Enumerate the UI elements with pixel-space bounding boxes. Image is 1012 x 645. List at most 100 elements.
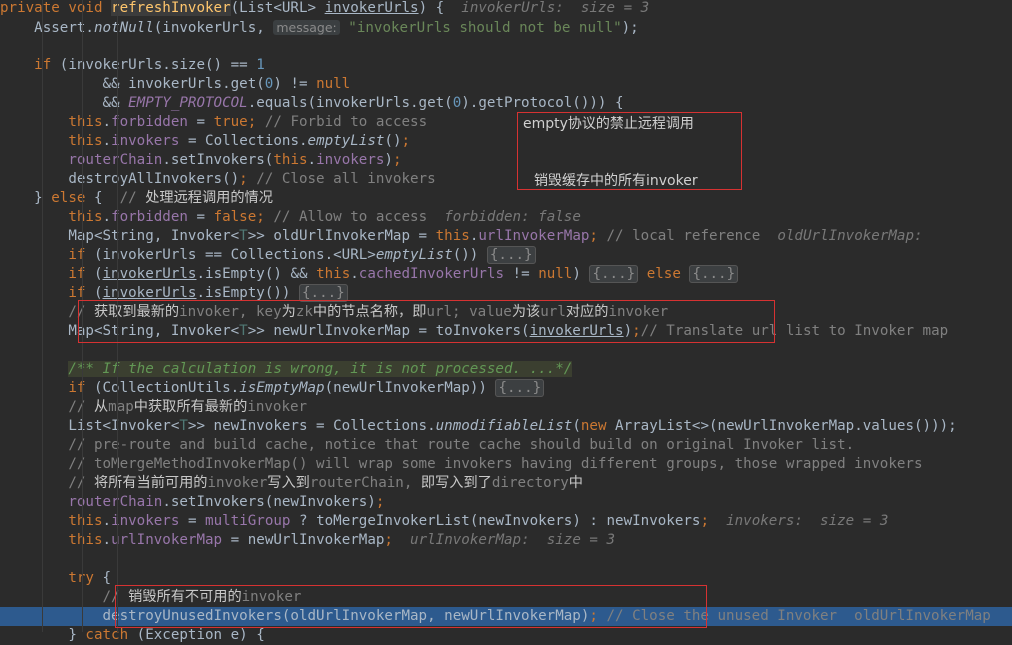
- code-token: .: [102, 133, 112, 149]
- code-line[interactable]: // toMergeMethodInvokerMap() will wrap s…: [0, 455, 1012, 474]
- code-line[interactable]: // 销毁所有不可用的invoker: [0, 588, 1012, 607]
- code-token: T: [179, 418, 188, 434]
- code-token: =: [179, 513, 206, 529]
- code-line[interactable]: [0, 341, 1012, 360]
- code-line[interactable]: List<Invoker<T>> newInvokers = Collectio…: [0, 417, 1012, 436]
- code-token: invokerUrls: size = 3: [461, 0, 650, 16]
- code-line[interactable]: if (invokerUrls.size() == 1: [0, 56, 1012, 75]
- code-token: >> newInvokers = Collections.: [187, 418, 436, 434]
- code-line[interactable]: if (invokerUrls.isEmpty()) {...}: [0, 284, 1012, 303]
- code-token: urlInvokerMap: [478, 228, 590, 244]
- code-token: 销毁所有不可用的: [128, 589, 242, 605]
- code-token: invokerUrls: [324, 0, 419, 16]
- code-token: = newUrlInvokerMap: [222, 532, 385, 548]
- code-token: ;: [256, 209, 274, 225]
- code-token: destroyAllInvokers(): [0, 171, 240, 187]
- code-token: else: [51, 190, 94, 206]
- code-line[interactable]: // 从map中获取所有最新的invoker: [0, 398, 1012, 417]
- code-line[interactable]: [0, 37, 1012, 56]
- code-editor[interactable]: private void refreshInvoker(List<URL> in…: [0, 0, 1012, 643]
- code-line[interactable]: destroyAllInvokers(); // Close all invok…: [0, 170, 1012, 189]
- code-token: ;: [589, 228, 607, 244]
- indent-guide: [82, 0, 83, 632]
- code-token: if: [34, 57, 60, 73]
- code-line[interactable]: Assert.notNull(invokerUrls, message: "in…: [0, 18, 1012, 37]
- code-line[interactable]: if (invokerUrls.isEmpty() && this.cached…: [0, 265, 1012, 284]
- code-token: message:: [273, 20, 340, 35]
- code-token: routerChain,: [309, 475, 421, 491]
- code-line[interactable]: // 获取到最新的invoker, key为zk中的节点名称，即url; val…: [0, 303, 1012, 322]
- code-token: &&: [0, 95, 129, 111]
- code-token: =: [187, 209, 214, 225]
- code-line[interactable]: private void refreshInvoker(List<URL> in…: [0, 0, 1012, 18]
- code-token: "invokerUrls should not be null": [339, 20, 622, 36]
- code-token: this: [273, 152, 308, 168]
- code-line[interactable]: } catch (Exception e) {: [0, 626, 1012, 645]
- code-token: // pre-route and build cache, notice tha…: [68, 437, 855, 453]
- code-line[interactable]: Map<String, Invoker<T>> newUrlInvokerMap…: [0, 322, 1012, 341]
- code-token: this: [68, 209, 103, 225]
- code-line[interactable]: Map<String, Invoker<T>> oldUrlInvokerMap…: [0, 227, 1012, 246]
- code-line[interactable]: this.urlInvokerMap = newUrlInvokerMap; u…: [0, 531, 1012, 550]
- code-token: (invokerUrls == Collections.<URL>: [93, 247, 376, 263]
- code-token: .: [102, 532, 112, 548]
- code-token: this: [68, 114, 103, 130]
- code-line[interactable]: this.invokers = multiGroup ? toMergeInvo…: [0, 512, 1012, 531]
- code-token: try: [68, 570, 103, 586]
- code-token: (: [93, 266, 103, 282]
- code-token: 1: [256, 57, 265, 73]
- code-token: !=: [504, 266, 539, 282]
- code-token: = Collections.: [179, 133, 308, 149]
- code-line[interactable]: [0, 550, 1012, 569]
- code-token: {...}: [486, 246, 536, 264]
- code-token: (invokerUrls.size() ==: [59, 57, 257, 73]
- code-token: directory: [491, 475, 569, 491]
- code-line[interactable]: // 将所有当前可用的invoker写入到routerChain, 即写入到了d…: [0, 474, 1012, 493]
- code-line[interactable]: routerChain.setInvokers(newInvokers);: [0, 493, 1012, 512]
- code-token: (newUrlInvokerMap)): [324, 380, 496, 396]
- code-token: invoker: [247, 399, 308, 415]
- code-line[interactable]: && EMPTY_PROTOCOL.equals(invokerUrls.get…: [0, 94, 1012, 113]
- code-token: 从: [93, 399, 109, 415]
- code-token: url; value: [426, 304, 512, 320]
- code-token: Assert.: [0, 20, 94, 36]
- code-token: 处理远程调用的情况: [145, 190, 273, 206]
- code-line[interactable]: /** If the calculation is wrong, it is n…: [0, 360, 1012, 379]
- code-token: invokers: [111, 513, 180, 529]
- code-line[interactable]: try {: [0, 569, 1012, 588]
- code-token: destroyUnusedInvokers(oldUrlInvokerMap, …: [0, 608, 590, 624]
- code-token: ;: [632, 323, 641, 339]
- code-token: .setInvokers(newInvokers): [162, 494, 376, 510]
- code-token: refreshInvoker: [111, 0, 231, 16]
- code-line[interactable]: && invokerUrls.get(0) != null: [0, 75, 1012, 94]
- code-token: invoker: [241, 589, 302, 605]
- code-token: && invokerUrls.get(: [0, 76, 265, 92]
- code-line[interactable]: this.invokers = Collections.emptyList();: [0, 132, 1012, 151]
- code-token: ;: [384, 532, 411, 548]
- execution-line[interactable]: destroyUnusedInvokers(oldUrlInvokerMap, …: [0, 607, 1012, 626]
- code-line[interactable]: if (CollectionUtils.isEmptyMap(newUrlInv…: [0, 379, 1012, 398]
- code-token: map: [108, 399, 134, 415]
- annotation-destroy-cached: 销毁缓存中的所有invoker: [534, 173, 698, 189]
- code-line[interactable]: routerChain.setInvokers(this.invokers);: [0, 151, 1012, 170]
- code-token: this: [435, 228, 470, 244]
- code-token: //: [119, 190, 146, 206]
- code-token: (: [93, 285, 103, 301]
- code-line[interactable]: this.forbidden = false; // Allow to acce…: [0, 208, 1012, 227]
- code-token: urlInvokerMap: [111, 532, 223, 548]
- code-line[interactable]: if (invokerUrls == Collections.<URL>empt…: [0, 246, 1012, 265]
- code-line[interactable]: this.forbidden = true; // Forbid to acce…: [0, 113, 1012, 132]
- code-line[interactable]: } else { // 处理远程调用的情况: [0, 189, 1012, 208]
- code-line[interactable]: // pre-route and build cache, notice tha…: [0, 436, 1012, 455]
